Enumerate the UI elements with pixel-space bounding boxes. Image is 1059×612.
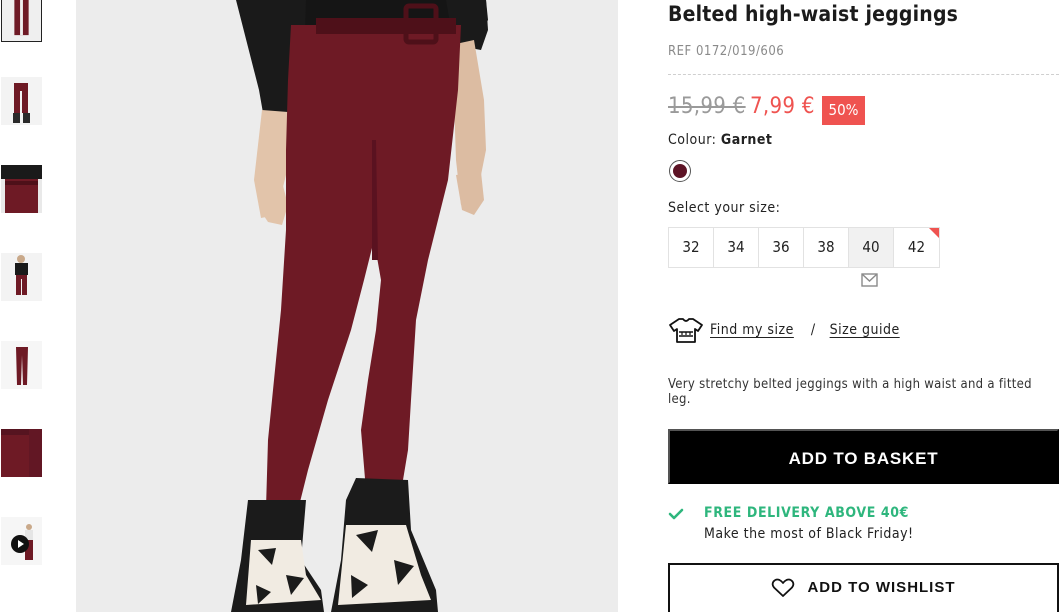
size-help-row: Find my size / Size guide — [668, 316, 900, 344]
free-delivery-text: FREE DELIVERY ABOVE 40€ — [704, 505, 909, 521]
size-label: 40 — [862, 238, 880, 256]
envelope-icon[interactable] — [861, 273, 878, 287]
size-option-38[interactable]: 38 — [804, 228, 849, 267]
colour-swatch-garnet[interactable] — [669, 160, 691, 182]
thumbnail-image — [1, 429, 42, 477]
size-option-36[interactable]: 36 — [759, 228, 804, 267]
thumbnail-image — [2, 0, 41, 41]
thumbnail-image — [1, 341, 42, 389]
wishlist-label: ADD TO WISHLIST — [807, 579, 956, 596]
promo-text: Make the most of Black Friday! — [704, 526, 914, 542]
play-icon — [11, 535, 29, 553]
thumbnail-gallery — [0, 0, 44, 612]
colour-row: Colour: Garnet — [668, 132, 772, 148]
tshirt-icon — [669, 318, 703, 343]
thumbnail-image — [1, 165, 42, 213]
sale-price: 7,99 € — [750, 94, 815, 119]
size-option-40[interactable]: 40 — [849, 228, 894, 267]
add-to-basket-button[interactable]: ADD TO BASKET — [668, 429, 1059, 484]
size-selector: 32 34 36 38 40 42 — [668, 227, 940, 268]
size-guide-link[interactable]: Size guide — [830, 322, 900, 338]
find-my-size-link[interactable]: Find my size — [710, 322, 794, 338]
size-option-42[interactable]: 42 — [894, 228, 939, 267]
thumbnail-video[interactable] — [1, 517, 42, 565]
check-icon — [668, 508, 684, 520]
thumbnail-6[interactable] — [1, 429, 42, 477]
product-title: Belted high-waist jeggings — [668, 2, 959, 26]
product-description: Very stretchy belted jeggings with a hig… — [668, 377, 1032, 407]
thumbnail-2[interactable] — [1, 77, 42, 125]
size-option-32[interactable]: 32 — [669, 228, 714, 267]
thumbnail-image — [1, 77, 42, 125]
link-separator: / — [810, 322, 816, 338]
size-label: 42 — [907, 238, 926, 256]
add-to-wishlist-button[interactable]: ADD TO WISHLIST — [668, 563, 1059, 612]
model-photo — [76, 0, 618, 612]
select-size-label: Select your size: — [668, 200, 781, 216]
thumbnail-4[interactable] — [1, 253, 42, 301]
divider — [668, 74, 1059, 75]
few-left-indicator — [929, 228, 939, 238]
thumbnail-image — [1, 253, 42, 301]
original-price: 15,99 € — [668, 94, 746, 119]
product-reference: REF 0172/019/606 — [668, 44, 785, 59]
discount-badge: 50% — [822, 96, 865, 125]
colour-label: Colour: — [668, 132, 717, 148]
thumbnail-1[interactable] — [1, 0, 42, 42]
heart-icon — [772, 578, 795, 597]
thumbnail-5[interactable] — [1, 341, 42, 389]
size-option-34[interactable]: 34 — [714, 228, 759, 267]
main-product-image[interactable] — [76, 0, 618, 612]
thumbnail-3[interactable] — [1, 165, 42, 213]
colour-value: Garnet — [720, 132, 773, 148]
